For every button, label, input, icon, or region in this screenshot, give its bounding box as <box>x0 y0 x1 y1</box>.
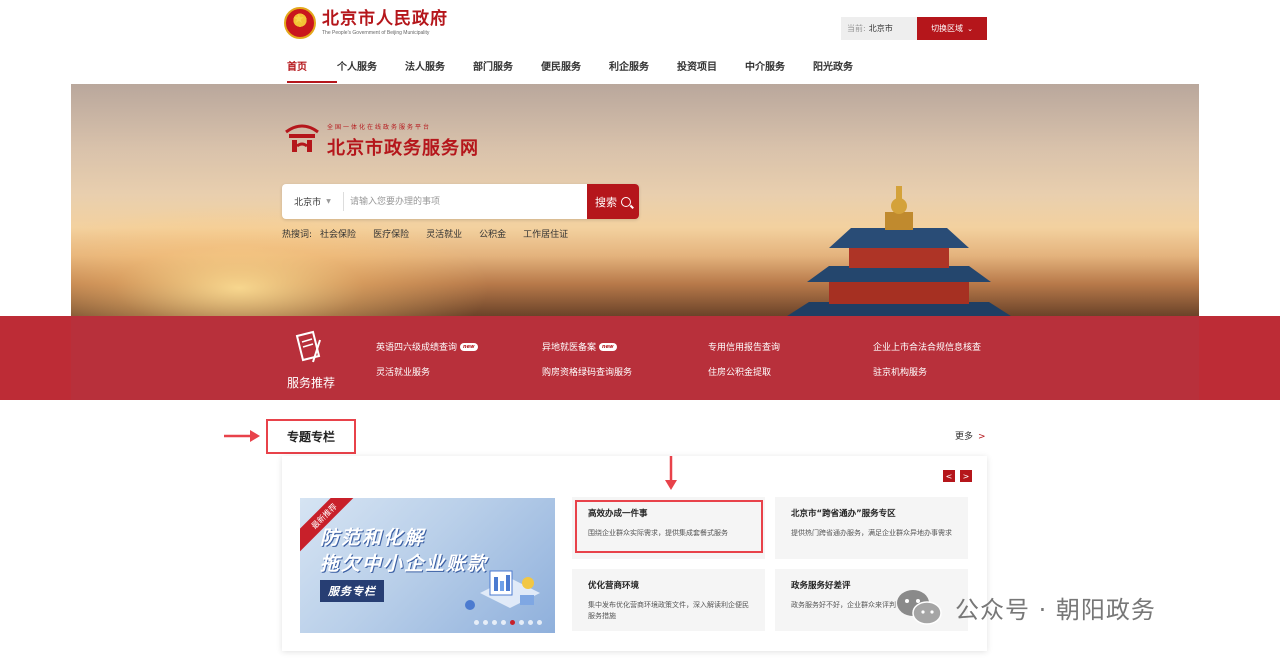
hot-word-social-insurance[interactable]: 社会保险 <box>320 227 356 240</box>
search-input[interactable] <box>344 184 587 219</box>
national-emblem-icon <box>284 7 316 39</box>
rec-beijing-office-service[interactable]: 驻京机构服务 <box>873 365 927 378</box>
service-recommend-bar: 服务推荐 英语四六级成绩查询 new 异地就医备案 new 专用信用报告查询 企… <box>0 316 1280 400</box>
hot-word-housing-fund[interactable]: 公积金 <box>479 227 506 240</box>
card-title: 北京市“跨省通办”服务专区 <box>791 509 896 519</box>
service-recommend-label: 服务推荐 <box>287 376 336 390</box>
platform-subtitle: 全国一体化在线政务服务平台 <box>327 124 432 131</box>
wechat-watermark: 公众号 · 朝阳政务 <box>895 587 1156 627</box>
rec-home-purchase-qualification[interactable]: 购房资格绿码查询服务 <box>542 365 632 378</box>
chevron-down-icon: ⌄ <box>967 24 973 33</box>
nav-department-service[interactable]: 部门服务 <box>473 58 541 84</box>
hot-search-words: 热搜词: 社会保险 医疗保险 灵活就业 公积金 工作居住证 <box>282 227 585 240</box>
nav-investment-projects[interactable]: 投资项目 <box>677 58 745 84</box>
feature-tag: 服务专栏 <box>320 580 384 602</box>
rec-housing-fund-withdrawal[interactable]: 住房公积金提取 <box>708 365 771 378</box>
document-edit-icon <box>295 330 321 363</box>
featured-topic-banner[interactable]: 最新推荐 防范和化解 拖欠中小企业账款 服务专栏 <box>300 498 555 633</box>
temple-of-heaven-image <box>787 186 1011 316</box>
topic-card-business-environment[interactable]: 优化营商环境 集中发布优化营商环境政策文件，深入解读利企便民服务措施 <box>572 569 765 631</box>
wechat-icon <box>897 590 942 625</box>
new-badge: new <box>460 342 478 351</box>
more-link[interactable]: 更多 > <box>955 429 986 442</box>
card-title: 优化营商环境 <box>588 581 640 591</box>
main-nav: 首页 个人服务 法人服务 部门服务 便民服务 利企服务 投资项目 中介服务 阳光… <box>287 58 881 84</box>
site-logo[interactable]: 北京市人民政府 The People's Government of Beiji… <box>284 4 448 42</box>
nav-convenience-service[interactable]: 便民服务 <box>541 58 609 84</box>
data-illustration-icon <box>465 570 540 610</box>
nav-personal-service[interactable]: 个人服务 <box>337 58 405 84</box>
annotation-arrow-down-icon <box>665 456 677 490</box>
region-selector: 当前: 北京市 切换区域 ⌄ <box>841 17 987 40</box>
rec-flexible-employment[interactable]: 灵活就业服务 <box>376 365 430 378</box>
platform-title: 北京市政务服务网 <box>327 138 479 159</box>
logo-title: 北京市人民政府 <box>322 9 448 29</box>
card-description: 集中发布优化营商环境政策文件，深入解读利企便民服务措施 <box>588 601 749 620</box>
current-region: 当前: 北京市 <box>841 17 917 40</box>
topic-pager: < > <box>938 470 972 482</box>
nav-legal-person-service[interactable]: 法人服务 <box>405 58 473 84</box>
hot-word-work-residence-permit[interactable]: 工作居住证 <box>523 227 568 240</box>
nav-home[interactable]: 首页 <box>287 58 337 84</box>
rec-credit-report-query[interactable]: 专用信用报告查询 <box>708 340 780 353</box>
prev-page-button[interactable]: < <box>943 470 955 482</box>
card-description: 提供热门跨省通办服务，满足企业群众异地办事需求 <box>791 529 952 537</box>
section-title: 专题专栏 <box>286 430 335 444</box>
search-bar: 北京市 ▼ 搜索 <box>282 184 639 219</box>
logo-subtitle: The People's Government of Beijing Munic… <box>322 30 430 36</box>
nav-enterprise-service[interactable]: 利企服务 <box>609 58 677 84</box>
feature-headline-1: 防范和化解 <box>320 527 426 549</box>
hot-word-flexible-employment[interactable]: 灵活就业 <box>426 227 462 240</box>
search-region-select[interactable]: 北京市 ▼ <box>282 192 344 211</box>
topic-title-highlight: 专题专栏 <box>266 419 356 454</box>
hot-word-medical-insurance[interactable]: 医疗保险 <box>373 227 409 240</box>
chevron-right-icon: > <box>978 432 986 442</box>
watermark-text: 公众号 · 朝阳政务 <box>955 595 1156 624</box>
gov-service-logo-icon <box>285 124 319 152</box>
carousel-dots <box>474 620 546 625</box>
switch-region-button[interactable]: 切换区域 ⌄ <box>917 17 987 40</box>
site-header: 北京市人民政府 The People's Government of Beiji… <box>0 0 1280 84</box>
card-highlight-frame <box>575 500 763 553</box>
annotation-arrow-right-icon <box>224 430 260 442</box>
nav-intermediary-service[interactable]: 中介服务 <box>745 58 813 84</box>
new-badge: new <box>599 342 617 351</box>
rec-listing-compliance-check[interactable]: 企业上市合法合规信息核查 <box>873 340 981 353</box>
rec-cet-score-query[interactable]: 英语四六级成绩查询 new <box>376 340 478 353</box>
hero-banner: 全国一体化在线政务服务平台 北京市政务服务网 北京市 ▼ 搜索 热搜词: 社会保… <box>71 84 1199 316</box>
hot-search-label: 热搜词: <box>282 230 313 240</box>
nav-open-government[interactable]: 阳光政务 <box>813 58 881 84</box>
search-button[interactable]: 搜索 <box>587 184 639 219</box>
caret-down-icon: ▼ <box>326 198 331 205</box>
search-icon <box>621 196 631 207</box>
topic-card-cross-province[interactable]: 北京市“跨省通办”服务专区 提供热门跨省通办服务，满足企业群众异地办事需求 <box>775 497 968 559</box>
rec-offsite-medical-filing[interactable]: 异地就医备案 new <box>542 340 617 353</box>
next-page-button[interactable]: > <box>960 470 972 482</box>
